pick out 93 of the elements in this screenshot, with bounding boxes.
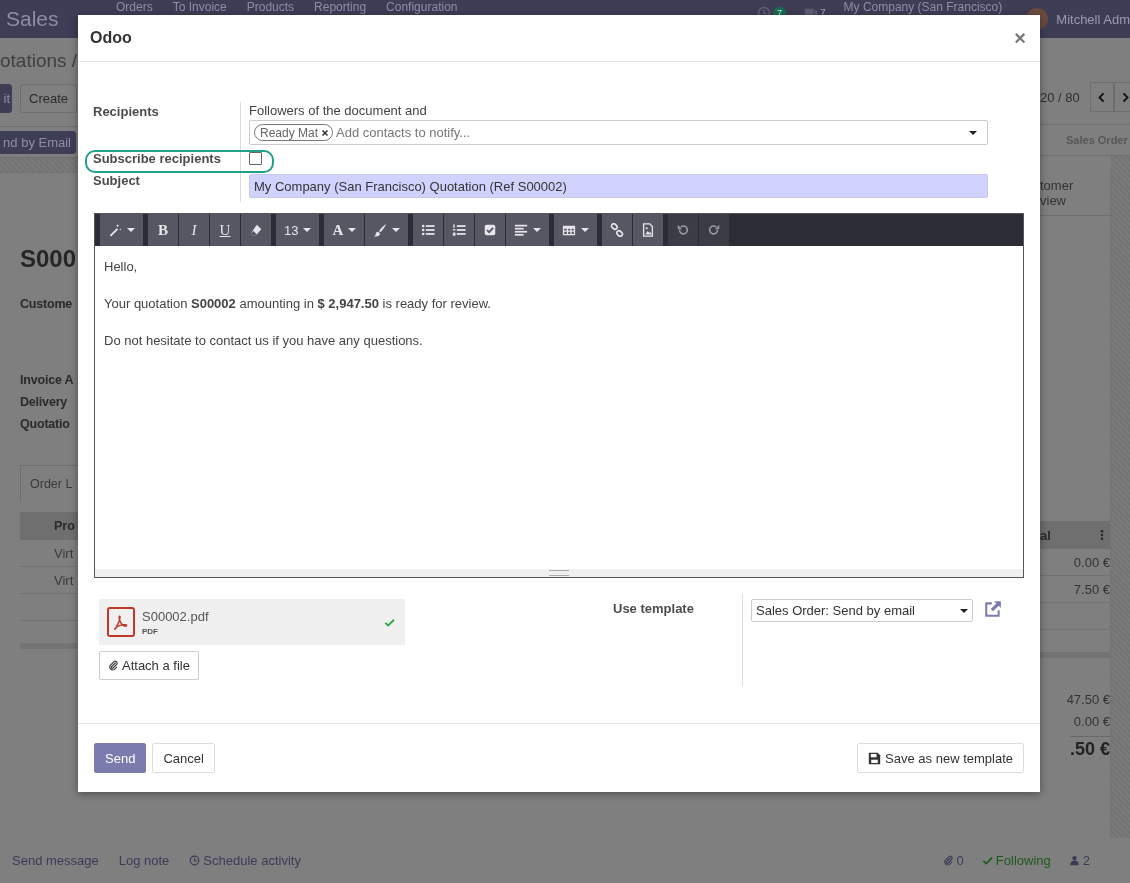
attach-button[interactable]: Attach a file bbox=[99, 651, 199, 680]
toolbar-button[interactable]: 13 bbox=[276, 214, 320, 246]
redo-icon bbox=[707, 223, 722, 237]
link-icon bbox=[610, 223, 625, 237]
table-icon bbox=[562, 223, 577, 237]
recipients-field[interactable]: Ready Mat Add contacts to notify... bbox=[249, 120, 988, 145]
dialog-title: Odoo bbox=[90, 29, 132, 47]
total-amount: 47.50 € bbox=[1066, 692, 1110, 707]
paperclip-icon bbox=[108, 660, 119, 671]
file-type: PDF bbox=[142, 626, 159, 636]
menu-item[interactable]: Configuration bbox=[386, 1, 458, 14]
column-header[interactable]: al bbox=[1040, 527, 1051, 543]
menu-item[interactable]: Products bbox=[246, 1, 295, 14]
field-label: Use template bbox=[594, 593, 743, 687]
toolbar-button[interactable] bbox=[602, 214, 633, 246]
caret-icon bbox=[969, 130, 977, 135]
align-icon bbox=[514, 223, 529, 237]
chatter-link[interactable]: Log note bbox=[118, 853, 170, 868]
table-cell: 0.00 € bbox=[1073, 554, 1110, 570]
total-amount: .50 € bbox=[1069, 736, 1110, 760]
followers-count[interactable]: 2 bbox=[1068, 853, 1090, 868]
field-note: Followers of the document and bbox=[249, 103, 428, 119]
toolbar-button[interactable] bbox=[506, 214, 550, 246]
table-cell: 7.50 € bbox=[1073, 581, 1110, 597]
create-button[interactable]: Create bbox=[20, 84, 78, 113]
undo-icon bbox=[676, 223, 691, 237]
close-button[interactable]: × bbox=[1012, 26, 1028, 50]
clock-icon bbox=[189, 855, 201, 866]
menu-item[interactable]: Orders bbox=[116, 1, 153, 14]
image-icon bbox=[641, 223, 656, 237]
schedule-link[interactable]: Schedule activity bbox=[189, 853, 301, 868]
toolbar-button[interactable]: A bbox=[324, 214, 365, 246]
following-button[interactable]: Following bbox=[981, 853, 1051, 868]
numbers-icon bbox=[452, 223, 467, 237]
eraser-icon bbox=[249, 223, 263, 237]
table-cell: Virt bbox=[54, 572, 74, 588]
send-email-button[interactable]: nd by Email bbox=[0, 130, 76, 154]
pdf-glyph-icon bbox=[112, 613, 130, 631]
subject-field[interactable]: My Company (San Francisco) Quotation (Ref S00002) bbox=[249, 174, 988, 198]
chevron-right-icon bbox=[1120, 91, 1130, 103]
field-label: Invoice A bbox=[20, 373, 75, 387]
body-paragraph: Hello, bbox=[104, 258, 139, 276]
toolbar-button[interactable]: I bbox=[179, 214, 209, 246]
toolbar-button[interactable] bbox=[241, 214, 271, 246]
field-label: Quotatio bbox=[20, 417, 71, 431]
field-label: Custome bbox=[20, 297, 74, 311]
company-switcher[interactable]: My Company (San Francisco) bbox=[843, 1, 1003, 14]
send-button[interactable]: Send bbox=[94, 743, 147, 773]
toolbar-button[interactable] bbox=[475, 214, 506, 246]
template-select[interactable]: Sales Order: Send by email bbox=[751, 599, 973, 622]
menu-item[interactable]: To Invoice bbox=[172, 1, 227, 14]
column-header[interactable]: Pro bbox=[54, 519, 75, 533]
chatter-link[interactable]: Send message bbox=[12, 853, 99, 868]
toolbar-button[interactable] bbox=[413, 214, 444, 246]
remove-icon[interactable] bbox=[321, 128, 330, 137]
breadcrumb[interactable]: otations / bbox=[0, 38, 78, 80]
toolbar-button[interactable]: B bbox=[148, 214, 178, 246]
cancel-button[interactable]: Cancel bbox=[152, 743, 215, 773]
field-label: Recipients bbox=[93, 102, 241, 145]
edit-button[interactable]: it bbox=[0, 84, 12, 113]
menu-item[interactable]: Reporting bbox=[314, 1, 367, 14]
field-label: Subscribe recipients bbox=[93, 145, 241, 171]
save-template-button[interactable]: Save as new template bbox=[857, 743, 1024, 773]
external-link-icon[interactable] bbox=[984, 600, 1002, 618]
toolbar-button[interactable] bbox=[365, 214, 409, 246]
field-label: Delivery bbox=[20, 395, 69, 409]
user-icon bbox=[1068, 855, 1080, 866]
check-icon bbox=[981, 855, 993, 866]
file-name: S00002.pdf bbox=[142, 608, 210, 624]
attachment-card[interactable]: S00002.pdf PDF bbox=[99, 599, 405, 645]
wand-icon bbox=[108, 223, 122, 237]
body-paragraph: Do not hesitate to contact us if you have any questions. bbox=[104, 332, 424, 350]
user-name[interactable]: Mitchell Adm bbox=[1056, 11, 1130, 27]
field-label: Subject bbox=[93, 171, 241, 202]
resize-handle[interactable] bbox=[549, 570, 569, 576]
body-paragraph: Your quotation S00002 amounting in $ 2,947.50 is ready for review. bbox=[104, 295, 492, 313]
caret-icon bbox=[960, 608, 968, 613]
total-amount: 0.00 € bbox=[1073, 714, 1110, 729]
attachment-count[interactable]: 0 bbox=[942, 853, 964, 868]
checklist-icon bbox=[483, 223, 498, 237]
toolbar-button[interactable] bbox=[633, 214, 664, 246]
bullets-icon bbox=[421, 223, 436, 237]
tag-label: Ready Mat bbox=[260, 125, 319, 140]
previous-button[interactable] bbox=[1089, 82, 1114, 112]
paperclip-icon bbox=[942, 855, 954, 866]
save-icon bbox=[868, 751, 882, 765]
toolbar-button[interactable] bbox=[444, 214, 475, 246]
pager-value: 20 / 80 bbox=[1040, 89, 1080, 105]
brush-icon bbox=[373, 223, 388, 237]
toolbar-button[interactable]: U bbox=[210, 214, 240, 246]
table-cell: Virt bbox=[54, 545, 74, 561]
toolbar-button[interactable] bbox=[554, 214, 598, 246]
record-title: S000 bbox=[20, 245, 77, 273]
